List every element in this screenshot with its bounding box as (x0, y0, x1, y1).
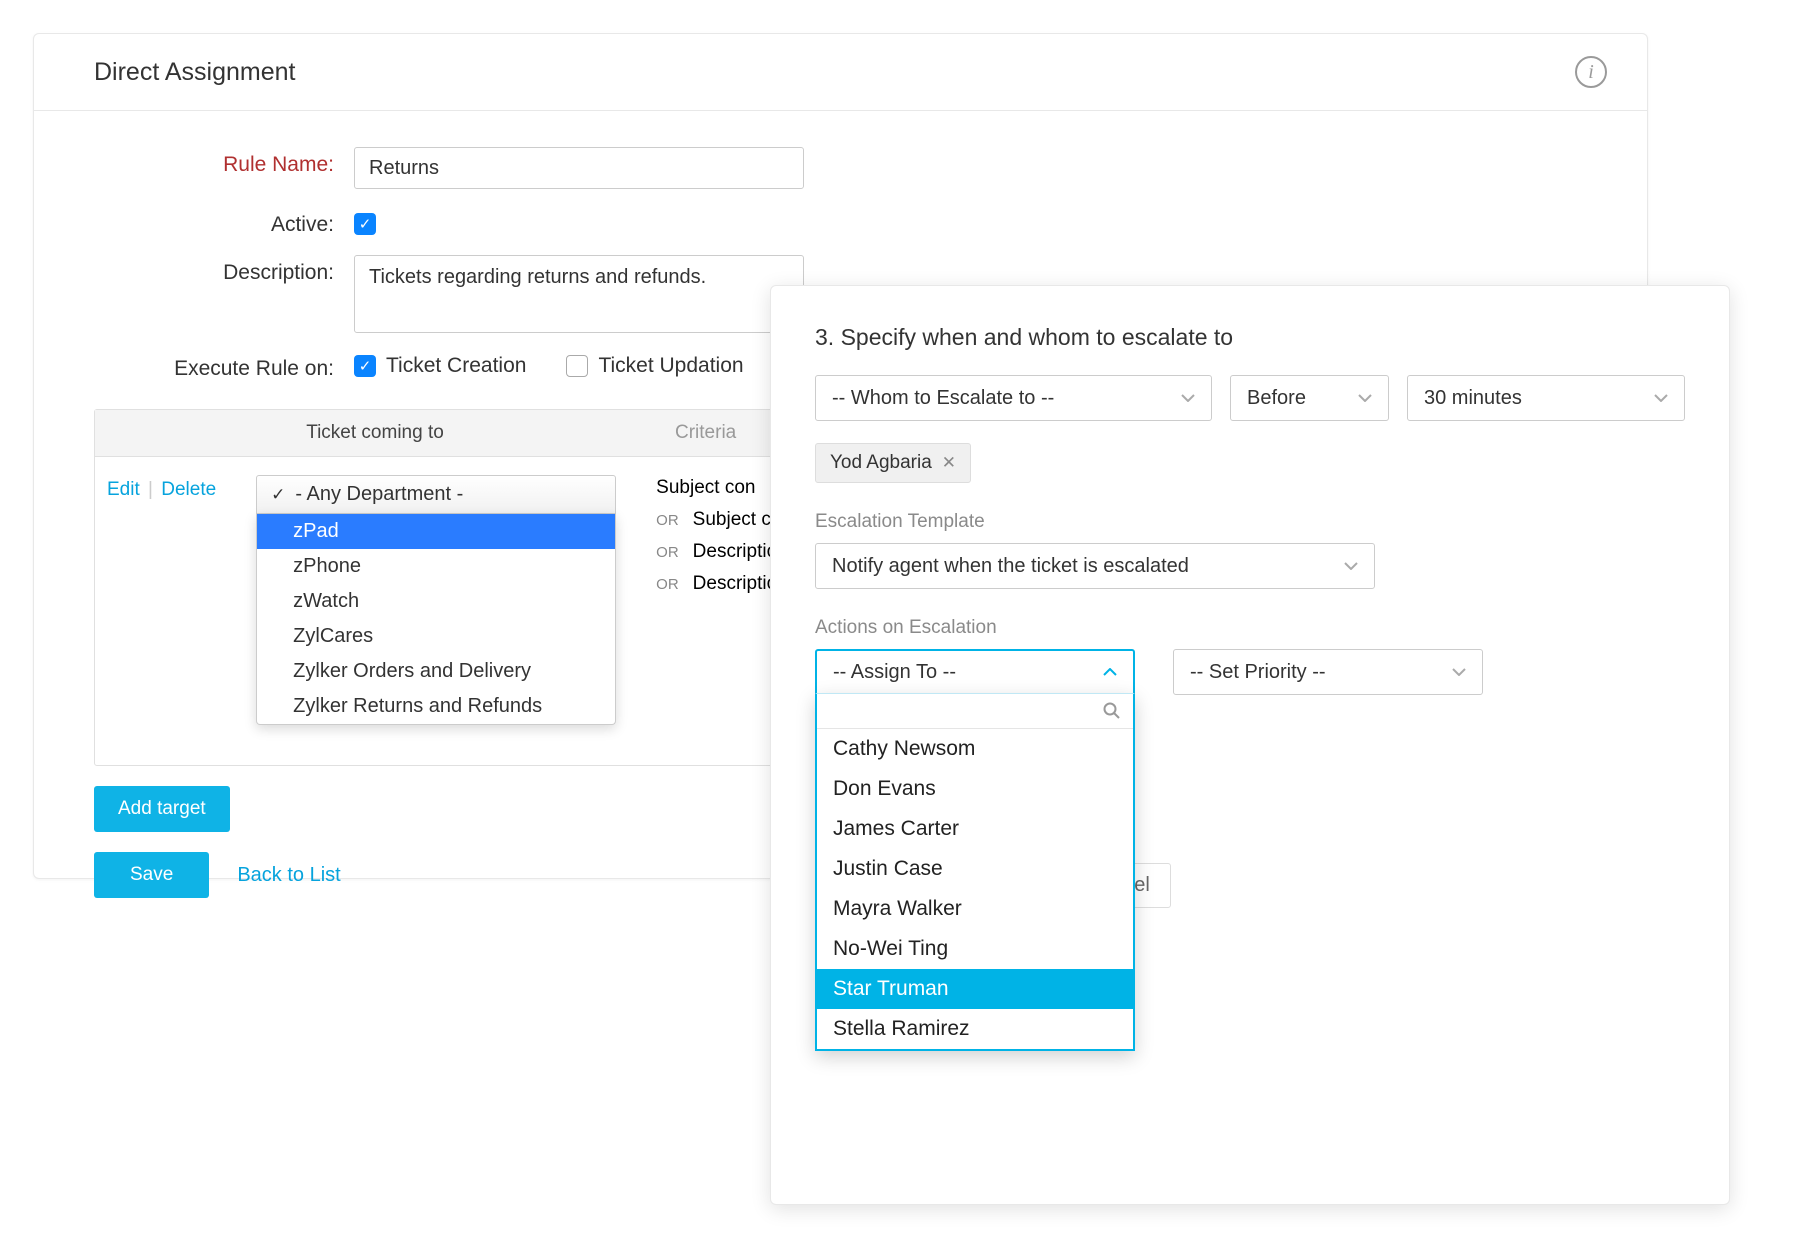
department-dropdown: zPad zPhone zWatch ZylCares Zylker Order… (256, 514, 616, 725)
chevron-down-icon (1452, 668, 1466, 676)
actions-row: -- Assign To -- Cathy Newsom Don Evans J… (815, 649, 1685, 695)
actions-label: Actions on Escalation (815, 617, 1685, 639)
row-active: Active: ✓ (94, 207, 1587, 237)
chevron-up-icon (1103, 668, 1117, 676)
or-label: OR (656, 512, 679, 529)
dept-option[interactable]: zPhone (257, 549, 615, 584)
chevron-down-icon (1344, 562, 1358, 570)
department-current[interactable]: ✓ - Any Department - (256, 475, 616, 514)
delete-link[interactable]: Delete (161, 479, 216, 500)
search-icon (1103, 702, 1121, 720)
duration-label: 30 minutes (1424, 387, 1522, 410)
assign-option[interactable]: Don Evans (817, 769, 1133, 809)
or-label: OR (656, 544, 679, 561)
assign-option[interactable]: Cathy Newsom (817, 729, 1133, 769)
timing-label: Before (1247, 387, 1306, 410)
ticket-updation-text: Ticket Updation (598, 354, 743, 378)
row-rule-name: Rule Name: (94, 147, 1587, 189)
chevron-down-icon (1181, 394, 1195, 402)
selected-chips: Yod Agbaria ✕ (815, 443, 1685, 483)
assign-search[interactable] (817, 694, 1133, 729)
add-target-button[interactable]: Add target (94, 786, 230, 832)
criteria-text: Subject con (656, 477, 755, 499)
check-icon: ✓ (271, 485, 285, 505)
label-description: Description: (94, 255, 354, 285)
back-to-list-link[interactable]: Back to List (237, 864, 340, 887)
escalate-row1: -- Whom to Escalate to -- Before 30 minu… (815, 375, 1685, 421)
template-label: Escalation Template (815, 511, 1685, 533)
step-title: 3. Specify when and whom to escalate to (815, 324, 1685, 351)
escalate-person-chip: Yod Agbaria ✕ (815, 443, 971, 483)
assign-option[interactable]: Stella Ramirez (817, 1009, 1133, 1049)
department-select[interactable]: ✓ - Any Department - zPad zPhone zWatch … (256, 475, 616, 725)
dept-option[interactable]: zWatch (257, 584, 615, 619)
checkbox-ticket-updation[interactable]: Ticket Updation (566, 354, 743, 378)
active-checkbox[interactable]: ✓ (354, 207, 376, 235)
assign-option[interactable]: Star Truman (817, 969, 1133, 1009)
label-rule-name: Rule Name: (94, 147, 354, 177)
checkbox-ticket-creation[interactable]: ✓ Ticket Creation (354, 354, 526, 378)
chevron-down-icon (1654, 394, 1668, 402)
assign-option[interactable]: Mayra Walker (817, 889, 1133, 929)
dept-option[interactable]: Zylker Returns and Refunds (257, 689, 615, 724)
chip-name: Yod Agbaria (830, 452, 932, 474)
row-actions: Edit | Delete (107, 475, 216, 725)
edit-link[interactable]: Edit (107, 479, 140, 500)
template-value: Notify agent when the ticket is escalate… (832, 555, 1189, 578)
separator: | (148, 479, 153, 500)
priority-label: -- Set Priority -- (1190, 661, 1326, 684)
ticket-creation-text: Ticket Creation (386, 354, 526, 378)
rule-name-input[interactable] (354, 147, 804, 189)
label-execute: Execute Rule on: (94, 351, 354, 381)
dept-option[interactable]: zPad (257, 514, 615, 549)
description-input[interactable] (354, 255, 804, 333)
info-icon[interactable]: i (1575, 56, 1607, 88)
set-priority-select[interactable]: -- Set Priority -- (1173, 649, 1483, 695)
col-ticket: Ticket coming to (95, 410, 655, 456)
or-label: OR (656, 576, 679, 593)
save-button[interactable]: Save (94, 852, 209, 898)
dept-option[interactable]: Zylker Orders and Delivery (257, 654, 615, 689)
dept-option[interactable]: ZylCares (257, 619, 615, 654)
department-current-text: - Any Department - (295, 483, 463, 506)
panel-header: Direct Assignment i (34, 34, 1647, 111)
label-active: Active: (94, 207, 354, 237)
assign-dropdown: Cathy Newsom Don Evans James Carter Just… (815, 693, 1135, 1051)
whom-label: -- Whom to Escalate to -- (832, 387, 1054, 410)
timing-select[interactable]: Before (1230, 375, 1389, 421)
remove-chip-icon[interactable]: ✕ (942, 453, 956, 473)
chevron-down-icon (1358, 394, 1372, 402)
assign-option[interactable]: Justin Case (817, 849, 1133, 889)
escalation-template-select[interactable]: Notify agent when the ticket is escalate… (815, 543, 1375, 589)
assign-to-select[interactable]: -- Assign To -- (815, 649, 1135, 695)
assign-option[interactable]: James Carter (817, 809, 1133, 849)
page-title: Direct Assignment (94, 58, 295, 87)
assign-label: -- Assign To -- (833, 661, 956, 684)
assign-to-wrap: -- Assign To -- Cathy Newsom Don Evans J… (815, 649, 1135, 695)
whom-to-escalate-select[interactable]: -- Whom to Escalate to -- (815, 375, 1212, 421)
assign-option[interactable]: No-Wei Ting (817, 929, 1133, 969)
escalation-panel: 3. Specify when and whom to escalate to … (770, 285, 1730, 1205)
duration-select[interactable]: 30 minutes (1407, 375, 1685, 421)
